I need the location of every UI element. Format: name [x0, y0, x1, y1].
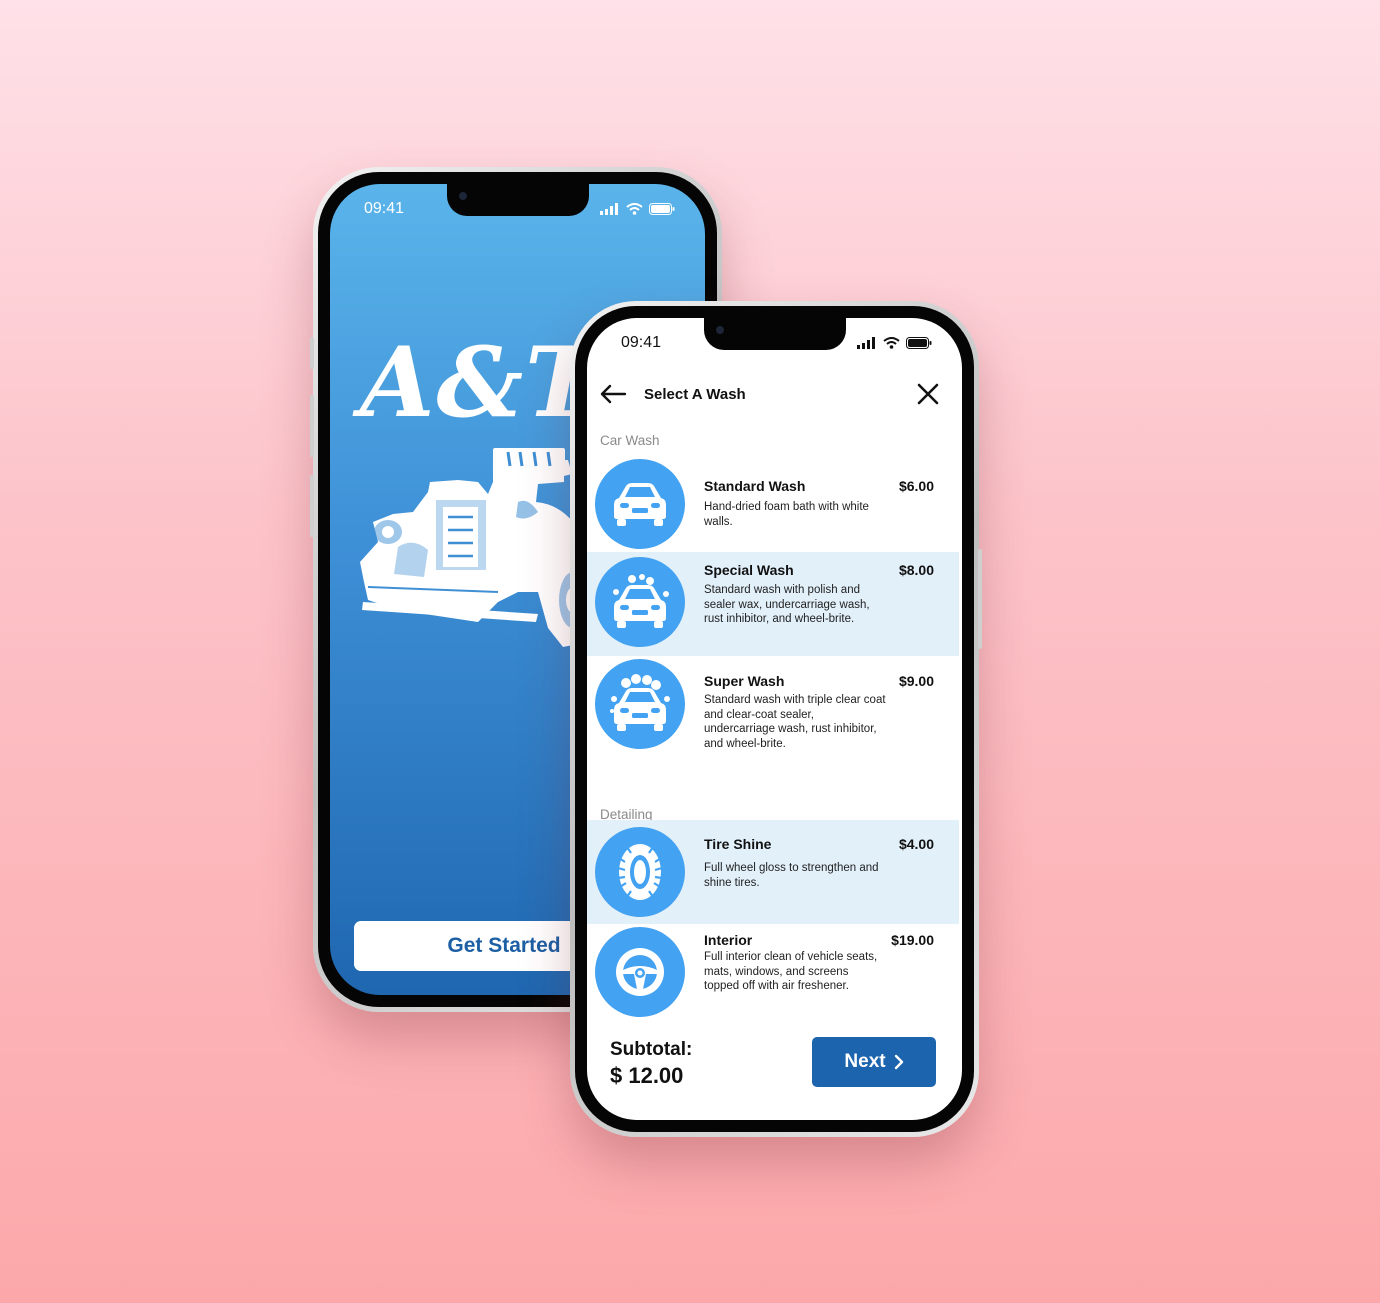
wash-item-special[interactable]: Special Wash $8.00 Standard wash with po…: [587, 552, 959, 656]
notch: [446, 184, 589, 216]
item-name: Standard Wash: [704, 478, 806, 494]
item-name: Tire Shine: [704, 836, 772, 852]
item-name: Super Wash: [704, 673, 785, 689]
battery-icon: [906, 337, 932, 349]
back-button[interactable]: [599, 379, 629, 409]
item-price: $9.00: [898, 673, 934, 689]
page-title: Select A Wash: [644, 385, 746, 403]
status-icons: [600, 203, 675, 215]
section-label-car-wash: Car Wash: [600, 433, 660, 448]
wash-item-standard[interactable]: Standard Wash $6.00 Hand-dried foam bath…: [587, 454, 959, 552]
next-label: Next: [844, 1051, 886, 1072]
subtotal-value: $ 12.00: [610, 1063, 684, 1088]
chevron-right-icon: [894, 1054, 903, 1070]
battery-icon: [649, 203, 675, 215]
wash-phone: 09:41 Select A Wash Car Wash Standard Wa…: [570, 301, 982, 1137]
status-icons: [857, 337, 932, 349]
front-camera: [715, 326, 724, 334]
wifi-icon: [883, 337, 900, 349]
volume-up-button: [310, 395, 314, 457]
brand-logo: A&T: [360, 326, 599, 439]
checkout-footer: Subtotal: $ 12.00 Next: [587, 1028, 962, 1118]
volume-down-button: [310, 475, 314, 537]
notch: [703, 318, 846, 350]
item-description: Hand-dried foam bath with white walls.: [704, 501, 869, 528]
item-description: Standard wash with triple clear coat and…: [704, 694, 886, 751]
signal-icon: [600, 203, 618, 215]
wash-phone-bezel: 09:41 Select A Wash Car Wash Standard Wa…: [575, 306, 974, 1132]
nav-header: Select A Wash: [587, 374, 962, 414]
power-button: [978, 549, 982, 649]
front-camera: [458, 192, 467, 200]
item-name: Special Wash: [704, 562, 794, 578]
detail-item-interior[interactable]: Interior $19.00 Full interior clean of v…: [587, 924, 959, 1028]
status-time: 09:41: [364, 200, 405, 217]
next-button[interactable]: Next: [812, 1037, 936, 1087]
item-description: Full wheel gloss to strengthen and shine…: [704, 862, 879, 889]
wifi-icon: [626, 203, 643, 215]
car-bubbles-icon: [595, 557, 685, 647]
silent-switch: [310, 337, 314, 369]
arrow-left-icon: [600, 384, 627, 404]
close-icon[interactable]: [916, 382, 940, 406]
item-description: Standard wash with polish and sealer wax…: [704, 584, 870, 626]
item-name: Interior: [704, 932, 753, 948]
signal-icon: [857, 337, 875, 349]
item-description: Full interior clean of vehicle seats, ma…: [704, 951, 878, 993]
car-icon: [595, 459, 685, 549]
wash-item-super[interactable]: Super Wash $9.00 Standard wash with trip…: [587, 656, 959, 788]
item-price: $4.00: [898, 836, 934, 852]
item-price: $6.00: [898, 478, 934, 494]
detail-item-tire-shine[interactable]: Tire Shine $4.00 Full wheel gloss to str…: [587, 820, 959, 924]
subtotal-label: Subtotal:: [610, 1039, 693, 1060]
steering-wheel-icon: [595, 927, 685, 1017]
car-foam-icon: [595, 659, 685, 749]
status-time: 09:41: [621, 334, 662, 351]
wash-screen: 09:41 Select A Wash Car Wash Standard Wa…: [587, 318, 962, 1120]
item-price: $19.00: [891, 932, 934, 948]
tire-icon: [595, 827, 685, 917]
item-price: $8.00: [898, 562, 934, 578]
